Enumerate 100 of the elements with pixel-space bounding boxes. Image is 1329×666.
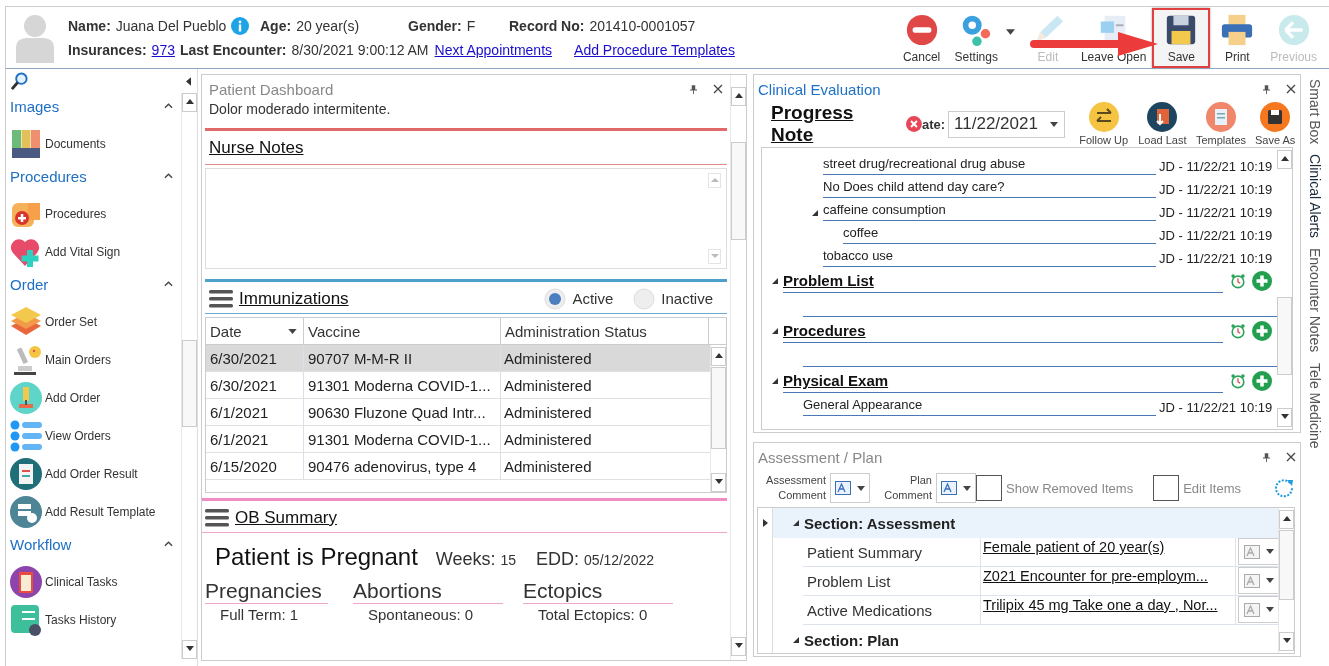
sidebar-item[interactable]: Clinical Tasks: [10, 563, 181, 601]
sidebar-item[interactable]: Add Vital Sign: [10, 233, 181, 271]
value-link[interactable]: Trilipix 45 mg Take one a day , Nor...: [983, 597, 1218, 613]
tree-item[interactable]: tobacco use: [823, 248, 894, 263]
tree-item[interactable]: General Appearance: [803, 397, 923, 412]
side-tab[interactable]: Clinical Alerts: [1307, 154, 1323, 239]
add-icon[interactable]: [1252, 321, 1272, 341]
close-icon[interactable]: [1286, 452, 1296, 462]
chevron-icon[interactable]: [164, 541, 173, 547]
dropdown-arrow-icon[interactable]: [1005, 28, 1015, 35]
group-title[interactable]: Procedures: [10, 167, 87, 185]
menu-icon[interactable]: [209, 289, 233, 308]
tree-item[interactable]: caffeine consumption: [823, 202, 946, 217]
checkbox-option[interactable]: Show Removed Items: [976, 475, 1134, 501]
add-icon[interactable]: [1252, 271, 1272, 291]
alarm-clock-icon[interactable]: [1230, 373, 1246, 389]
scrollbar-thumb[interactable]: [731, 142, 746, 240]
sidebar-item[interactable]: Add Result Template: [10, 493, 181, 531]
checkbox[interactable]: [976, 475, 1002, 501]
value-link[interactable]: Z021 Encounter for pre-employm...: [983, 568, 1208, 584]
scrollbar-thumb[interactable]: [182, 340, 197, 427]
scroll-down-button[interactable]: [731, 637, 746, 656]
sidebar-item[interactable]: Add Order: [10, 379, 181, 417]
scroll-up-button[interactable]: [1279, 510, 1294, 529]
format-button[interactable]: [936, 473, 976, 503]
column-header[interactable]: Vaccine: [304, 318, 501, 344]
pin-icon[interactable]: [690, 84, 697, 94]
header-link[interactable]: Next Appointments: [434, 42, 553, 58]
scrollbar-thumb[interactable]: [1279, 530, 1294, 600]
expand-toggle-icon[interactable]: [772, 278, 778, 284]
format-button[interactable]: [830, 473, 870, 503]
search-icon[interactable]: [10, 71, 29, 91]
scrollbar-thumb[interactable]: [1277, 297, 1292, 375]
pin-icon[interactable]: [1263, 84, 1270, 94]
column-header[interactable]: Date: [206, 318, 304, 344]
pin-icon[interactable]: [1263, 452, 1270, 462]
section-title[interactable]: Nurse Notes: [209, 137, 304, 158]
value-link[interactable]: Female patient of 20 year(s): [983, 539, 1165, 555]
column-header[interactable]: Administration Status: [501, 318, 709, 344]
section-row[interactable]: Section: Assessment: [773, 508, 1278, 538]
section-title[interactable]: Problem List: [783, 272, 874, 289]
toolbar-button[interactable]: Print: [1210, 7, 1265, 68]
tree-item[interactable]: street drug/recreational drug abuse: [823, 156, 1026, 171]
table-row[interactable]: 6/1/2021 90630 Fluzone Quad Intr... Administered: [206, 399, 710, 426]
scroll-down-button[interactable]: [182, 640, 197, 659]
expand-toggle-icon[interactable]: [812, 210, 818, 216]
section-title[interactable]: Physical Exam: [783, 372, 889, 389]
group-title[interactable]: Images: [10, 97, 60, 115]
scrollbar-thumb[interactable]: [711, 367, 726, 449]
refresh-icon[interactable]: [1274, 478, 1294, 498]
group-title[interactable]: Workflow: [10, 535, 72, 553]
notes-field[interactable]: [205, 168, 727, 269]
field-link[interactable]: 973: [151, 42, 175, 58]
toolbar-button[interactable]: Save: [1152, 7, 1211, 68]
table-row[interactable]: 6/15/2020 90476 adenovirus, type 4 Administered: [206, 453, 710, 480]
header-link[interactable]: Add Procedure Templates: [574, 42, 735, 58]
chevron-icon[interactable]: [164, 281, 173, 287]
date-picker[interactable]: 11/22/2021: [948, 110, 1066, 138]
expand-toggle-icon[interactable]: [793, 520, 799, 526]
checkbox-option[interactable]: Edit Items: [1153, 475, 1241, 501]
side-tab[interactable]: Tele Medicine: [1307, 362, 1323, 449]
add-icon[interactable]: [1252, 371, 1272, 391]
tree-item[interactable]: No Does child attend day care?: [823, 179, 1005, 194]
table-row[interactable]: 6/30/2021 90707 M-M-R II Administered: [206, 345, 710, 372]
sidebar-item[interactable]: Order Set: [10, 303, 181, 341]
side-tab[interactable]: Smart Box: [1307, 79, 1323, 145]
close-icon[interactable]: [713, 84, 723, 94]
chevron-icon[interactable]: [164, 173, 173, 179]
collapse-icon[interactable]: [186, 76, 191, 86]
scroll-up-button[interactable]: [731, 87, 746, 106]
clear-icon[interactable]: [906, 116, 922, 132]
table-row[interactable]: 6/1/2021 91301 Moderna COVID-1... Administered: [206, 426, 710, 453]
alarm-clock-icon[interactable]: [1230, 323, 1246, 339]
expand-toggle-icon[interactable]: [772, 328, 778, 334]
alarm-clock-icon[interactable]: [1230, 273, 1246, 289]
expand-toggle-icon[interactable]: [772, 378, 778, 384]
action-button[interactable]: Load Last: [1133, 102, 1192, 146]
chevron-icon[interactable]: [164, 103, 173, 109]
sidebar-item[interactable]: Main Orders: [10, 341, 181, 379]
checkbox[interactable]: [1153, 475, 1180, 501]
sidebar-item[interactable]: View Orders: [10, 417, 181, 455]
tree-item[interactable]: coffee: [843, 225, 879, 240]
scroll-up-button[interactable]: [1277, 150, 1292, 169]
expand-toggle-icon[interactable]: [793, 637, 799, 643]
section-title[interactable]: Immunizations: [239, 288, 349, 309]
close-icon[interactable]: [1286, 84, 1296, 94]
sidebar-item[interactable]: Add Order Result: [10, 455, 181, 493]
radio-option[interactable]: Inactive: [633, 287, 713, 310]
table-row[interactable]: 6/30/2021 91301 Moderna COVID-1... Administered: [206, 372, 710, 399]
scroll-down-button[interactable]: [1277, 408, 1292, 427]
section-title[interactable]: Procedures: [783, 322, 866, 339]
scroll-down-button[interactable]: [1279, 632, 1294, 651]
toolbar-button[interactable]: Cancel: [894, 7, 949, 68]
action-button[interactable]: Save As: [1250, 102, 1300, 146]
scroll-up-button[interactable]: [182, 93, 197, 112]
side-tab[interactable]: Encounter Notes: [1307, 248, 1323, 353]
sidebar-item[interactable]: Tasks History: [10, 601, 181, 639]
scroll-up-button[interactable]: [711, 347, 726, 366]
menu-icon[interactable]: [205, 508, 229, 527]
section-title[interactable]: OB Summary: [235, 507, 338, 528]
